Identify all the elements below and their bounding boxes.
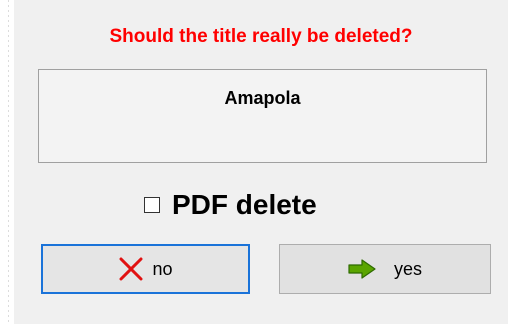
no-button-label: no [152,258,173,279]
title-display-box: Amapola [38,69,487,163]
red-x-icon [118,257,144,281]
pdf-delete-option[interactable]: PDF delete [144,189,317,221]
question-text: Should the title really be deleted? [109,26,413,47]
no-button[interactable]: no [41,244,250,294]
pdf-delete-checkbox[interactable] [144,197,160,213]
pdf-delete-label[interactable]: PDF delete [172,189,317,221]
green-arrow-right-icon [348,259,376,279]
window-edge [8,0,9,324]
title-value: Amapola [224,88,301,108]
yes-button-label: yes [393,258,422,279]
yes-button[interactable]: yes [279,244,491,294]
delete-confirm-dialog: Should the title really be deleted? Amap… [14,0,508,324]
